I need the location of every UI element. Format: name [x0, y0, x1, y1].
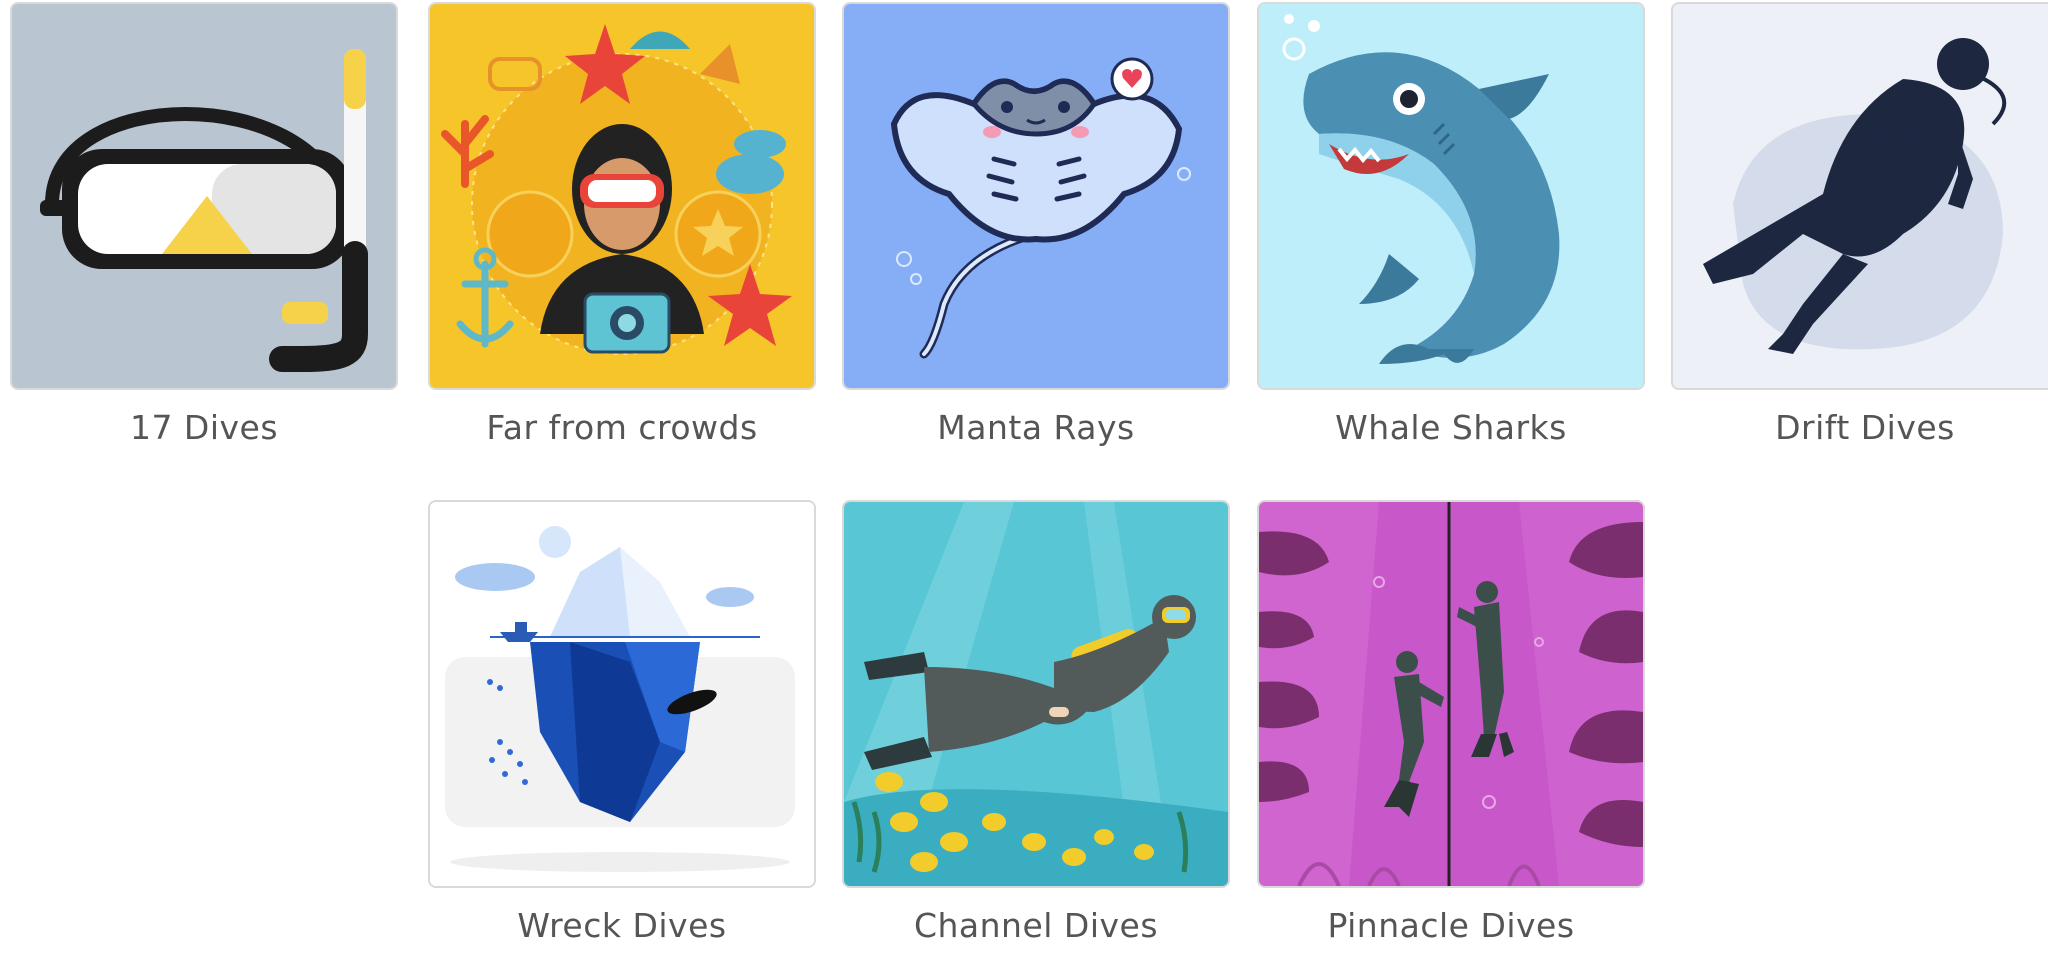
- diver-silhouette-icon: [1673, 4, 2048, 388]
- card-image[interactable]: [1257, 2, 1645, 390]
- card-label: Manta Rays: [937, 408, 1135, 447]
- card-label: Drift Dives: [1775, 408, 1955, 447]
- card-image[interactable]: [1671, 2, 2048, 390]
- card-image[interactable]: [428, 2, 816, 390]
- dive-card-manta-rays[interactable]: Manta Rays: [842, 2, 1230, 448]
- card-label: Channel Dives: [913, 906, 1159, 945]
- card-image[interactable]: [10, 2, 398, 390]
- snorkel-mask-icon: [12, 4, 396, 388]
- swimming-diver-icon: [844, 502, 1228, 886]
- card-label: Whale Sharks: [1335, 408, 1567, 447]
- dive-card-channel-dives[interactable]: Channel Dives: [842, 500, 1230, 946]
- dive-card-drift-dives[interactable]: Drift Dives: [1671, 2, 2048, 448]
- card-image[interactable]: [842, 2, 1230, 390]
- dive-card-17-dives[interactable]: 17 Dives: [10, 2, 398, 448]
- shark-icon: [1259, 4, 1643, 388]
- divers-rope-icon: [1259, 502, 1643, 886]
- iceberg-icon: [430, 502, 814, 886]
- card-label: Wreck Dives: [517, 906, 727, 945]
- card-image[interactable]: [842, 500, 1230, 888]
- dive-card-wreck-dives[interactable]: Wreck Dives: [428, 500, 816, 946]
- card-image[interactable]: [428, 500, 816, 888]
- dive-card-pinnacle-dives[interactable]: Pinnacle Dives: [1257, 500, 1645, 946]
- dive-card-far-from-crowds[interactable]: Far from crowds: [428, 2, 816, 448]
- card-label: Far from crowds: [486, 408, 758, 447]
- card-label: 17 Dives: [129, 408, 279, 447]
- card-image[interactable]: [1257, 500, 1645, 888]
- card-label: Pinnacle Dives: [1327, 906, 1575, 945]
- manta-ray-icon: [844, 4, 1228, 388]
- dive-card-whale-sharks[interactable]: Whale Sharks: [1257, 2, 1645, 448]
- diver-badges-icon: [430, 4, 814, 388]
